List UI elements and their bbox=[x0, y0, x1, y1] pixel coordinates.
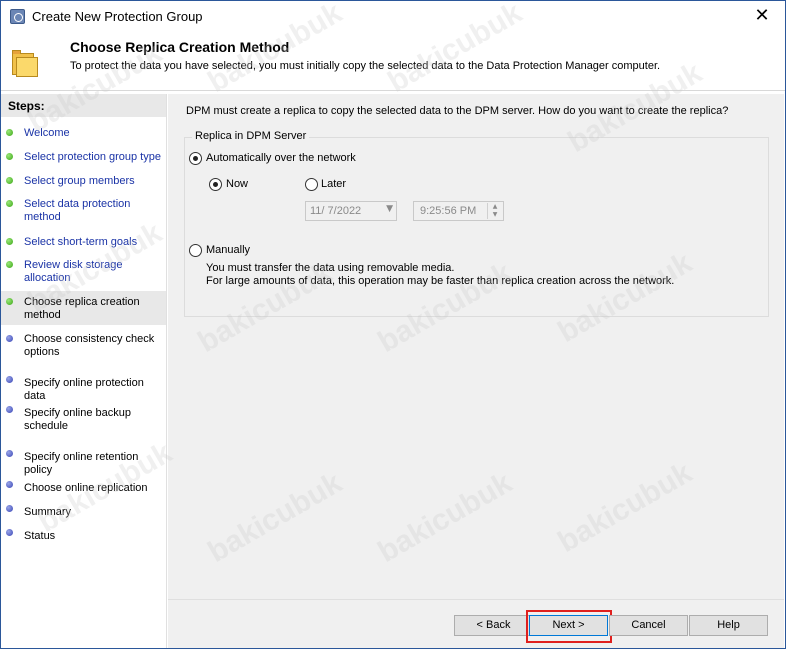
cancel-button[interactable]: Cancel bbox=[609, 615, 688, 636]
step-status-icon bbox=[6, 177, 13, 184]
step-label: Review disk storage bbox=[24, 259, 123, 271]
step-label: Select short-term goals bbox=[24, 236, 138, 248]
close-button[interactable]: ✕ bbox=[739, 1, 785, 32]
step-status-icon bbox=[6, 335, 13, 342]
date-picker[interactable]: 11/ 7/2022 ▼ bbox=[305, 201, 397, 221]
step-status: Status bbox=[1, 528, 166, 548]
step-status-icon bbox=[6, 481, 13, 488]
auto-network-radio[interactable] bbox=[189, 152, 202, 165]
step-status-icon bbox=[6, 200, 13, 207]
step-label: Specify online protection data bbox=[24, 377, 144, 402]
folder-icon bbox=[12, 50, 39, 77]
step-label: Status bbox=[24, 530, 56, 542]
step-status-icon bbox=[6, 505, 13, 512]
step-label-line2: schedule bbox=[24, 420, 69, 432]
step-status-icon bbox=[6, 450, 13, 457]
step-label-line2: options bbox=[24, 346, 60, 358]
step-label-line2: allocation bbox=[24, 272, 71, 284]
step-specify-online-backup-schedule: Specify online backup schedule bbox=[1, 405, 166, 435]
step-select-protection-group-type[interactable]: Select protection group type bbox=[1, 149, 166, 169]
window-title: Create New Protection Group bbox=[32, 9, 203, 24]
step-label: Choose online replication bbox=[24, 482, 148, 494]
date-value: 11/ 7/2022 bbox=[310, 205, 362, 217]
spin-up-icon[interactable]: ▲ bbox=[488, 203, 502, 211]
step-status-icon bbox=[6, 153, 13, 160]
step-choose-consistency-check-options: Choose consistency check options bbox=[1, 331, 166, 361]
step-specify-online-retention-policy: Specify online retention policy bbox=[1, 449, 166, 476]
step-status-icon bbox=[6, 261, 13, 268]
step-label-line2: method bbox=[24, 211, 61, 223]
header-divider bbox=[1, 90, 785, 91]
wizard-header: Choose Replica Creation Method To protec… bbox=[1, 32, 785, 90]
step-label: Select protection group type bbox=[24, 151, 161, 163]
step-label: Select group members bbox=[24, 175, 135, 187]
manual-description-line1: You must transfer the data using removab… bbox=[206, 262, 455, 274]
now-label[interactable]: Now bbox=[226, 178, 248, 190]
spin-down-icon[interactable]: ▼ bbox=[488, 211, 502, 219]
chevron-down-icon[interactable]: ▼ bbox=[386, 204, 393, 214]
dpm-app-icon bbox=[10, 9, 25, 24]
step-status-icon bbox=[6, 298, 13, 305]
step-label: Summary bbox=[24, 506, 72, 518]
time-spin-buttons[interactable]: ▲ ▼ bbox=[487, 203, 502, 219]
step-select-group-members[interactable]: Select group members bbox=[1, 173, 166, 193]
step-status-icon bbox=[6, 529, 13, 536]
replica-question: DPM must create a replica to copy the se… bbox=[186, 105, 729, 117]
title-bar: Create New Protection Group ✕ bbox=[1, 1, 785, 32]
step-welcome[interactable]: Welcome bbox=[1, 125, 166, 145]
help-button[interactable]: Help bbox=[689, 615, 768, 636]
step-label: Select data protection bbox=[24, 198, 131, 210]
auto-network-label[interactable]: Automatically over the network bbox=[206, 152, 356, 164]
step-choose-online-replication: Choose online replication bbox=[1, 480, 166, 500]
now-radio[interactable] bbox=[209, 178, 222, 191]
step-select-data-protection-method[interactable]: Select data protection method bbox=[1, 196, 166, 226]
step-select-short-term-goals[interactable]: Select short-term goals bbox=[1, 234, 166, 254]
replica-groupbox: Replica in DPM Server Automatically over… bbox=[184, 130, 769, 317]
later-radio[interactable] bbox=[305, 178, 318, 191]
later-label[interactable]: Later bbox=[321, 178, 346, 190]
step-status-icon bbox=[6, 238, 13, 245]
step-status-icon bbox=[6, 406, 13, 413]
page-title: Choose Replica Creation Method bbox=[70, 39, 290, 55]
next-button[interactable]: Next > bbox=[529, 615, 608, 636]
page-description: To protect the data you have selected, y… bbox=[70, 60, 661, 72]
step-label-line2: method bbox=[24, 309, 61, 321]
step-choose-replica-creation-method[interactable]: Choose replica creation method bbox=[1, 291, 166, 325]
groupbox-title: Replica in DPM Server bbox=[192, 130, 310, 142]
step-label: Choose consistency check bbox=[24, 333, 155, 345]
step-label: Choose replica creation bbox=[24, 296, 140, 308]
step-label: Specify online backup bbox=[24, 407, 132, 419]
step-label: Specify online retention policy bbox=[24, 451, 139, 476]
step-status-icon bbox=[6, 129, 13, 136]
time-spinner[interactable]: 9:25:56 PM ▲ ▼ bbox=[413, 201, 504, 221]
content-panel: DPM must create a replica to copy the se… bbox=[168, 94, 784, 599]
step-label: Welcome bbox=[24, 127, 70, 139]
step-specify-online-protection-data: Specify online protection data bbox=[1, 375, 166, 402]
steps-panel: Steps: Welcome Select protection group t… bbox=[1, 94, 167, 648]
manual-description-line2: For large amounts of data, this operatio… bbox=[206, 275, 675, 287]
step-summary: Summary bbox=[1, 504, 166, 524]
step-review-disk-storage-allocation[interactable]: Review disk storage allocation bbox=[1, 257, 166, 287]
dialog-window: Create New Protection Group ✕ Choose Rep… bbox=[0, 0, 786, 649]
manual-label[interactable]: Manually bbox=[206, 244, 250, 256]
time-value: 9:25:56 PM bbox=[420, 205, 477, 217]
steps-title: Steps: bbox=[1, 94, 166, 117]
button-bar: < Back Next > Cancel Help bbox=[168, 599, 784, 648]
manual-radio[interactable] bbox=[189, 244, 202, 257]
step-status-icon bbox=[6, 376, 13, 383]
back-button[interactable]: < Back bbox=[454, 615, 533, 636]
